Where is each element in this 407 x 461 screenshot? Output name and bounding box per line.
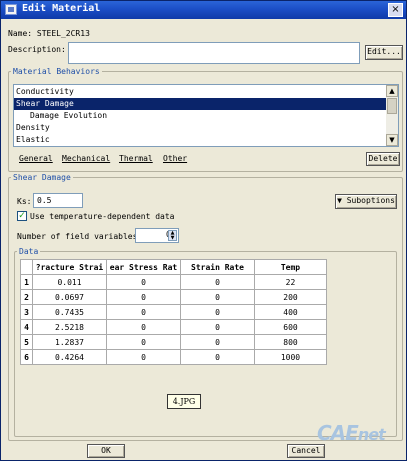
suboptions-button[interactable]: ▼ Suboptions — [335, 194, 397, 209]
window-title: Edit Material — [22, 3, 101, 14]
suboptions-label: Suboptions — [346, 196, 395, 205]
ok-button[interactable]: OK — [87, 444, 125, 458]
table-cell[interactable]: 0 — [106, 289, 181, 305]
row-number: 5 — [20, 334, 33, 350]
table-row[interactable]: 3 0.7435 0 0 400 — [20, 304, 327, 320]
table-cell[interactable]: 0 — [180, 349, 255, 365]
row-number-header — [20, 259, 33, 275]
column-header-shear-stress-ratio[interactable]: ear Stress Rat — [106, 259, 181, 275]
table-header-row: ?racture Strai ear Stress Rat Strain Rat… — [20, 259, 327, 275]
menu-other-label: Other — [163, 154, 188, 163]
cancel-button[interactable]: Cancel — [287, 444, 325, 458]
table-cell[interactable]: 0 — [180, 274, 255, 290]
table-cell[interactable]: 0 — [180, 289, 255, 305]
description-label: Description: — [8, 45, 66, 54]
spinner-arrows-icon[interactable]: ▲ ▼ — [168, 230, 177, 241]
field-variables-label: Number of field variables: — [17, 232, 143, 241]
table-cell[interactable]: 200 — [254, 289, 327, 305]
column-header-temp[interactable]: Temp — [254, 259, 327, 275]
watermark-part1: CAE — [317, 421, 359, 445]
temp-dependent-checkbox[interactable]: ✓ — [17, 211, 27, 221]
table-row[interactable]: 2 0.0697 0 0 200 — [20, 289, 327, 305]
menu-mechanical-label: Mechanical — [62, 154, 111, 163]
column-header-strain-rate[interactable]: Strain Rate — [180, 259, 255, 275]
menu-mechanical[interactable]: Mechanical — [62, 154, 110, 163]
data-table[interactable]: ?racture Strai ear Stress Rat Strain Rat… — [20, 259, 327, 365]
behaviors-scrollbar[interactable]: ▲ ▼ — [386, 85, 398, 146]
table-cell[interactable]: 400 — [254, 304, 327, 320]
ks-label: Ks: — [17, 197, 32, 206]
checkmark-icon: ✓ — [18, 211, 26, 221]
column-header-fracture-strain[interactable]: ?racture Strai — [32, 259, 107, 275]
table-cell[interactable]: 0 — [106, 274, 181, 290]
table-cell[interactable]: 0 — [180, 334, 255, 350]
table-cell[interactable]: 800 — [254, 334, 327, 350]
material-behaviors-list[interactable]: Conductivity Shear Damage Damage Evoluti… — [13, 84, 399, 147]
row-number: 4 — [20, 319, 33, 335]
menu-general-label: General — [19, 154, 53, 163]
table-cell[interactable]: 0 — [106, 304, 181, 320]
menu-other[interactable]: Other — [163, 154, 187, 163]
table-cell[interactable]: 1000 — [254, 349, 327, 365]
behavior-item-density[interactable]: Density — [14, 122, 388, 134]
table-cell[interactable]: 0 — [106, 319, 181, 335]
edit-description-button[interactable]: Edit... — [365, 45, 403, 60]
close-icon[interactable]: × — [388, 3, 403, 17]
row-number: 1 — [20, 274, 33, 290]
dropdown-arrow-icon: ▼ — [337, 196, 342, 205]
scroll-down-icon[interactable]: ▼ — [386, 134, 398, 146]
row-number: 2 — [20, 289, 33, 305]
table-cell[interactable]: 0.7435 — [32, 304, 107, 320]
table-cell[interactable]: 0 — [106, 349, 181, 365]
window-icon — [5, 4, 17, 15]
table-row[interactable]: 5 1.2837 0 0 800 — [20, 334, 327, 350]
table-cell[interactable]: 0 — [180, 304, 255, 320]
table-cell[interactable]: 0 — [180, 319, 255, 335]
behavior-item-damage-evolution[interactable]: Damage Evolution — [14, 110, 388, 122]
data-legend: Data — [19, 247, 39, 256]
table-cell[interactable]: 600 — [254, 319, 327, 335]
table-cell[interactable]: 2.5218 — [32, 319, 107, 335]
description-field[interactable] — [68, 42, 360, 64]
material-behaviors-legend: Material Behaviors — [13, 67, 100, 76]
row-number: 3 — [20, 304, 33, 320]
behavior-item-elastic[interactable]: Elastic — [14, 134, 388, 146]
table-row[interactable]: 4 2.5218 0 0 600 — [20, 319, 327, 335]
table-row[interactable]: 1 0.011 0 0 22 — [20, 274, 327, 290]
table-cell[interactable]: 0.0697 — [32, 289, 107, 305]
table-cell[interactable]: 22 — [254, 274, 327, 290]
watermark-part2: net — [357, 425, 386, 444]
table-row[interactable]: 6 0.4264 0 0 1000 — [20, 349, 327, 365]
menu-general[interactable]: General — [19, 154, 53, 163]
material-name: Name: STEEL_2CR13 — [8, 29, 90, 38]
behavior-item-conductivity[interactable]: Conductivity — [14, 86, 388, 98]
menu-thermal-label: Thermal — [119, 154, 153, 163]
ks-input[interactable]: 0.5 — [33, 193, 83, 208]
table-cell[interactable]: 0.011 — [32, 274, 107, 290]
row-number: 6 — [20, 349, 33, 365]
scroll-up-icon[interactable]: ▲ — [386, 85, 398, 97]
table-cell[interactable]: 0 — [106, 334, 181, 350]
shear-damage-legend: Shear Damage — [13, 173, 71, 182]
caenet-watermark: CAEnet — [317, 421, 386, 445]
scroll-thumb[interactable] — [387, 98, 397, 114]
temp-dependent-label: Use temperature-dependent data — [30, 212, 175, 221]
field-variables-spinner[interactable]: 0 ▲▼ — [135, 228, 179, 243]
title-bar[interactable]: Edit Material × — [1, 1, 406, 19]
table-cell[interactable]: 0.4264 — [32, 349, 107, 365]
image-caption: 4.JPG — [167, 394, 201, 409]
delete-button[interactable]: Delete — [366, 152, 400, 166]
edit-material-dialog: Edit Material × Name: STEEL_2CR13 Descri… — [0, 0, 407, 461]
menu-thermal[interactable]: Thermal — [119, 154, 153, 163]
behavior-item-shear-damage[interactable]: Shear Damage — [14, 98, 388, 110]
table-cell[interactable]: 1.2837 — [32, 334, 107, 350]
